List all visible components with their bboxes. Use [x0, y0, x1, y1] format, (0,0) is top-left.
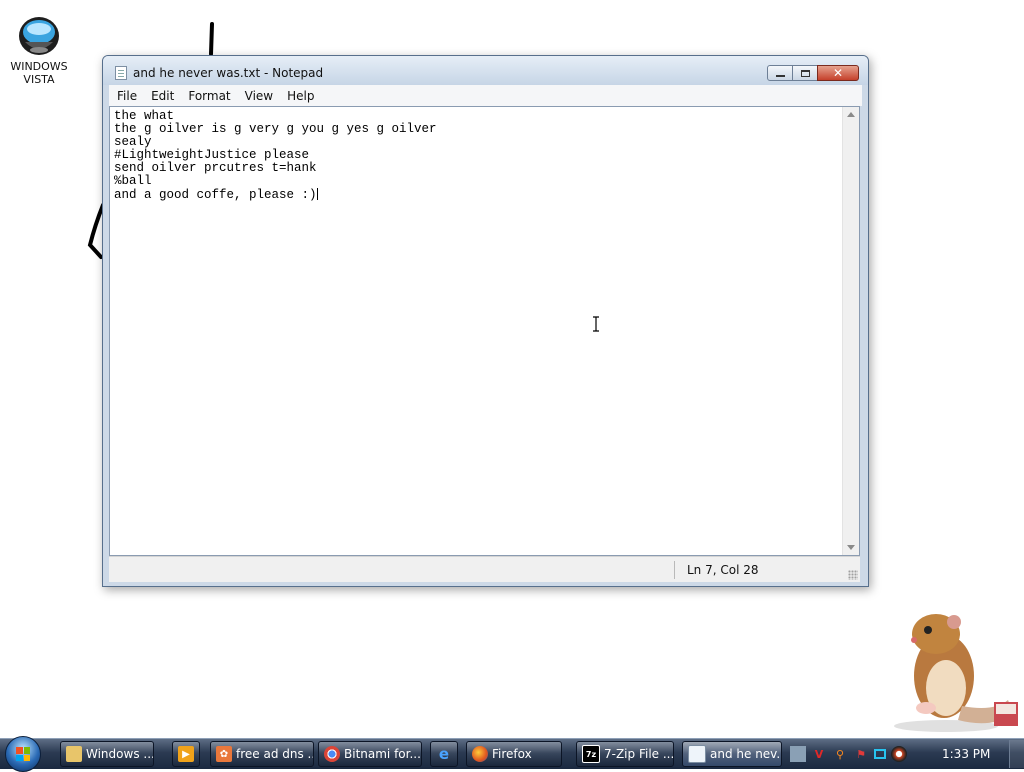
- hamster-image: [894, 614, 1018, 732]
- ad-icon: ✿: [216, 746, 232, 762]
- resize-grip-icon[interactable]: [848, 570, 858, 580]
- text-line: %ball: [114, 174, 152, 188]
- minimize-icon: [775, 75, 785, 77]
- taskbar-button-label: and he nev...: [710, 747, 782, 761]
- menu-edit[interactable]: Edit: [143, 89, 180, 103]
- firefox-icon: [472, 746, 488, 762]
- internet-explorer-icon: e: [438, 745, 450, 763]
- flag-icon[interactable]: ⚑: [853, 746, 869, 762]
- scroll-down-arrow-icon[interactable]: [847, 545, 855, 550]
- status-divider: [674, 561, 675, 579]
- taskbar-button-label: Firefox: [492, 747, 532, 761]
- window-title: and he never was.txt - Notepad: [133, 66, 324, 80]
- antivirus-icon[interactable]: V: [811, 746, 827, 762]
- windows-vista-icon: [17, 14, 61, 58]
- taskbar-button-label: 7-Zip File ...: [604, 747, 674, 761]
- title-bar[interactable]: and he never was.txt - Notepad ✕: [103, 56, 868, 85]
- network-icon[interactable]: [790, 746, 806, 762]
- taskbar-button-internet-explorer[interactable]: e: [430, 741, 458, 767]
- desktop-icon-label: WINDOWS VISTA: [10, 60, 68, 86]
- ibeam-cursor-icon: [593, 316, 599, 332]
- cursor-position: Ln 7, Col 28: [687, 563, 759, 577]
- folder-icon: [66, 746, 82, 762]
- chrome-icon: [324, 746, 340, 762]
- text-line: send oilver prcutres t=hank: [114, 161, 317, 175]
- text-line: and a good coffe, please :): [114, 188, 317, 202]
- menu-file[interactable]: File: [109, 89, 143, 103]
- status-bar: Ln 7, Col 28: [109, 556, 860, 582]
- system-tray: V ⚲ ⚑: [790, 743, 907, 765]
- notepad-icon: [115, 66, 127, 80]
- maximize-button[interactable]: [792, 65, 818, 81]
- volume-icon[interactable]: [891, 746, 907, 762]
- menu-view[interactable]: View: [237, 89, 279, 103]
- notepad-icon: [688, 745, 706, 763]
- media-player-icon: ▶: [178, 746, 194, 762]
- taskbar-button-label: Windows ...: [86, 747, 154, 761]
- windows-vista-desktop-icon[interactable]: WINDOWS VISTA: [8, 14, 70, 86]
- taskbar: Windows ... ▶ ✿ free ad dns ... Bitnami …: [0, 736, 1024, 772]
- text-editor[interactable]: the what the g oilver is g very g you g y…: [109, 106, 860, 556]
- menu-format[interactable]: Format: [180, 89, 236, 103]
- text-line-last: and a good coffe, please :): [114, 188, 839, 202]
- taskbar-button-firefox[interactable]: Firefox: [466, 741, 562, 767]
- text-caret: [316, 188, 318, 200]
- taskbar-button-bitnami[interactable]: Bitnami for...: [318, 741, 422, 767]
- window-controls: ✕: [767, 65, 859, 83]
- taskbar-button-label: free ad dns ...: [236, 747, 314, 761]
- seven-zip-icon: 7z: [582, 745, 600, 763]
- vertical-scrollbar[interactable]: [842, 107, 859, 555]
- taskbar-button-media-player[interactable]: ▶: [172, 741, 200, 767]
- close-icon: ✕: [832, 66, 844, 80]
- taskbar-button-windows-explorer[interactable]: Windows ...: [60, 741, 154, 767]
- taskbar-button-label: Bitnami for...: [344, 747, 421, 761]
- menu-bar: File Edit Format View Help: [109, 85, 862, 106]
- minimize-button[interactable]: [767, 65, 793, 81]
- taskbar-button-notepad[interactable]: and he nev...: [682, 741, 782, 767]
- windows-logo-icon: [16, 747, 30, 761]
- search-tool-icon[interactable]: ⚲: [832, 746, 848, 762]
- menu-help[interactable]: Help: [279, 89, 320, 103]
- show-desktop-button[interactable]: [1009, 740, 1024, 768]
- taskbar-button-free-ad-dns[interactable]: ✿ free ad dns ...: [210, 741, 314, 767]
- text-line: the g oilver is g very g you g yes g oil…: [114, 122, 437, 136]
- monitor-icon[interactable]: [874, 749, 886, 759]
- maximize-icon: [800, 69, 810, 77]
- scroll-up-arrow-icon[interactable]: [847, 112, 855, 117]
- taskbar-button-7zip[interactable]: 7z 7-Zip File ...: [576, 741, 674, 767]
- start-button[interactable]: [5, 736, 41, 772]
- close-button[interactable]: ✕: [817, 65, 859, 81]
- text-content[interactable]: the what the g oilver is g very g you g y…: [114, 110, 839, 202]
- taskbar-clock[interactable]: 1:33 PM: [942, 747, 990, 761]
- notepad-window: and he never was.txt - Notepad ✕ File Ed…: [102, 55, 869, 587]
